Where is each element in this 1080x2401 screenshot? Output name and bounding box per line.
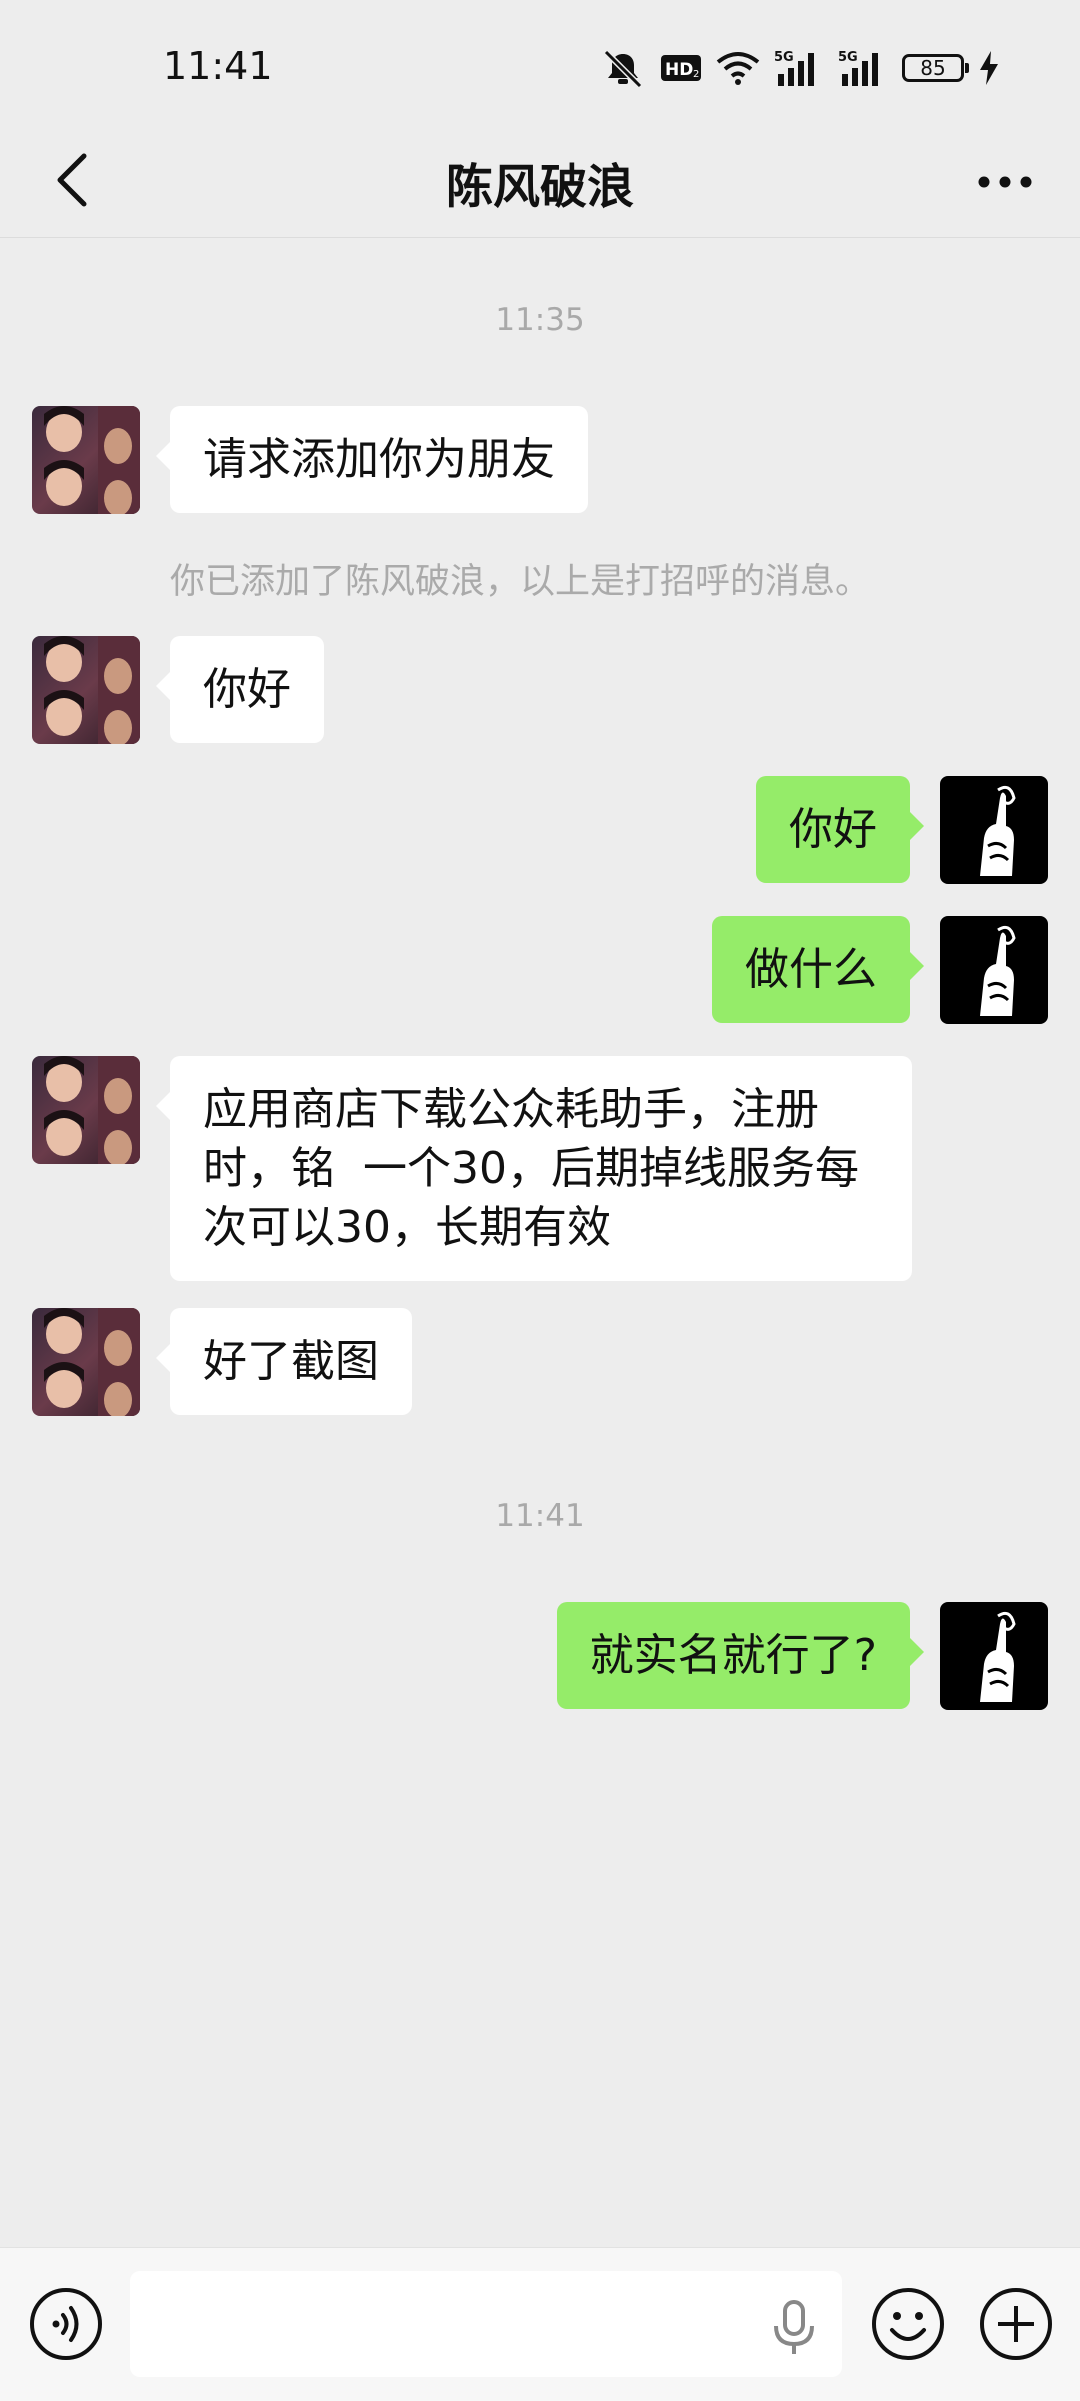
contact-avatar[interactable] — [32, 1056, 140, 1164]
more-button[interactable] — [960, 142, 1050, 222]
voice-icon — [30, 2288, 102, 2360]
more-dots-icon — [978, 176, 1032, 188]
hd-icon: HD 2 — [660, 52, 702, 84]
message-input[interactable] — [130, 2271, 842, 2377]
status-icons: HD 2 5G 5G 85 — [600, 46, 1000, 90]
chat-header: 陈风破浪 — [0, 130, 1080, 238]
message-list[interactable]: 11:35 请求添加你为朋友 你已添加了陈风破浪，以上是打招呼的消息。 你好 你… — [0, 240, 1080, 2240]
plus-button[interactable] — [978, 2286, 1054, 2362]
emoji-icon — [872, 2288, 944, 2360]
chat-title: 陈风破浪 — [446, 160, 634, 215]
status-time: 11:41 — [163, 44, 273, 88]
system-notice: 你已添加了陈风破浪，以上是打招呼的消息。 — [170, 562, 871, 602]
svg-text:5G: 5G — [838, 50, 858, 65]
signal-icon: 5G — [774, 48, 824, 88]
voice-button[interactable] — [28, 2286, 104, 2362]
my-avatar[interactable] — [940, 916, 1048, 1024]
svg-text:5G: 5G — [774, 50, 794, 65]
timestamp: 11:41 — [495, 1498, 585, 1534]
charging-icon — [978, 50, 1000, 86]
input-bar — [0, 2247, 1080, 2401]
contact-avatar[interactable] — [32, 636, 140, 744]
plus-icon — [980, 2288, 1052, 2360]
battery-icon: 85 — [902, 54, 969, 82]
mic-icon — [774, 2300, 814, 2354]
incoming-message[interactable]: 好了截图 — [156, 1308, 412, 1415]
incoming-message[interactable]: 你好 — [156, 636, 324, 743]
outgoing-message[interactable]: 你好 — [756, 776, 924, 883]
my-avatar[interactable] — [940, 776, 1048, 884]
status-bar: 11:41 HD 2 5G 5G 85 — [0, 0, 1080, 130]
contact-avatar[interactable] — [32, 1308, 140, 1416]
emoji-button[interactable] — [870, 2286, 946, 2362]
mute-icon — [600, 48, 646, 88]
signal-icon-2: 5G — [838, 48, 888, 88]
incoming-message[interactable]: 请求添加你为朋友 — [156, 406, 588, 513]
outgoing-message[interactable]: 就实名就行了? — [556, 1602, 925, 1709]
wifi-icon — [716, 50, 760, 86]
contact-avatar[interactable] — [32, 406, 140, 514]
incoming-message[interactable]: 应用商店下载公众耗助手，注册 时，铭 一个30，后期掉线服务每 次可以30，长期… — [156, 1056, 912, 1281]
battery-level: 85 — [920, 56, 946, 80]
mic-button[interactable] — [765, 2298, 823, 2356]
timestamp: 11:35 — [495, 302, 585, 338]
svg-text:2: 2 — [693, 69, 699, 80]
outgoing-message[interactable]: 做什么 — [712, 916, 924, 1023]
my-avatar[interactable] — [940, 1602, 1048, 1710]
svg-text:HD: HD — [665, 60, 693, 80]
